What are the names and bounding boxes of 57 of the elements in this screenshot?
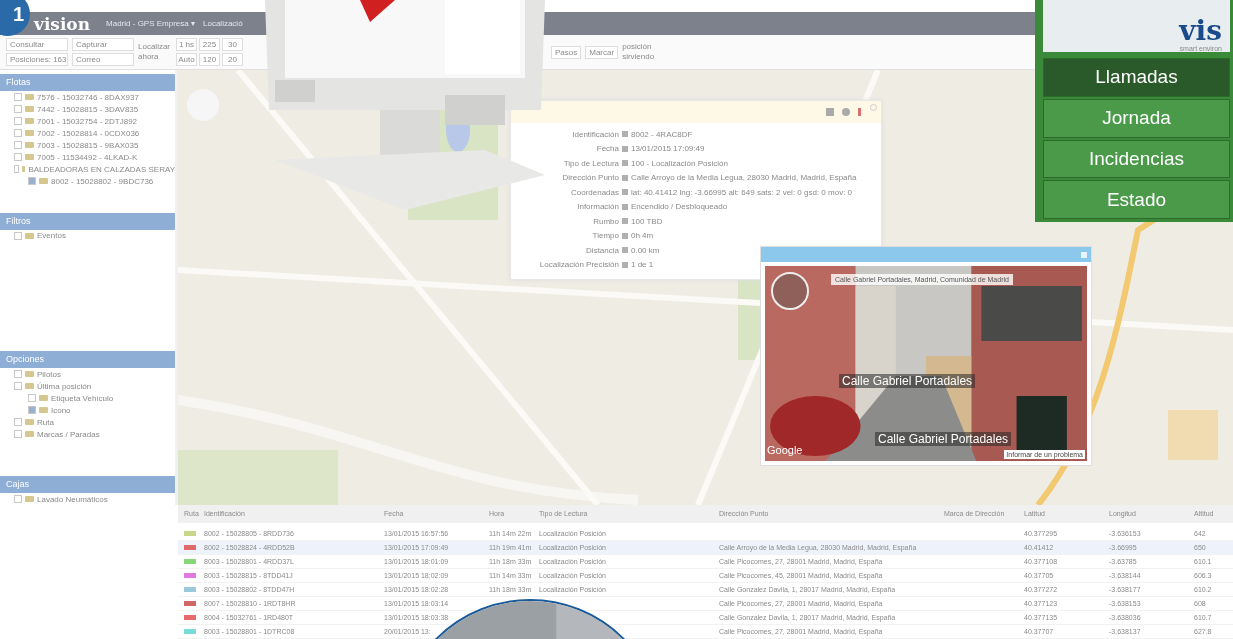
checkbox[interactable] <box>14 93 22 101</box>
tree-item[interactable]: Eventos <box>37 231 66 241</box>
toolbar-button[interactable]: Marcar <box>585 45 619 59</box>
tree-item[interactable]: 7001 - 15032754 - 2DTJ892 <box>37 116 138 126</box>
toolbar-label: Localizar ahora <box>138 42 171 62</box>
checkbox[interactable] <box>14 231 22 240</box>
folder-icon <box>39 178 48 184</box>
tree-item[interactable]: Icono <box>51 405 71 415</box>
tree-item[interactable]: 7576 - 15032746 - 8DAX937 <box>37 92 139 102</box>
checkbox[interactable] <box>14 382 22 391</box>
panel-header[interactable]: Filtros <box>0 212 175 230</box>
app-logo: vision <box>34 13 91 34</box>
tree-item[interactable]: Marcas / Paradas <box>37 429 100 439</box>
checkbox[interactable] <box>14 165 19 173</box>
toolbar-button[interactable]: Correo <box>72 53 134 66</box>
checkbox[interactable] <box>14 141 22 149</box>
tree-item[interactable]: 7442 - 15028815 - 3DAV835 <box>37 104 139 114</box>
tree-item[interactable]: Última posición <box>37 381 92 391</box>
checkbox[interactable] <box>14 370 22 379</box>
panel-header[interactable]: Opciones <box>0 351 175 369</box>
checkbox[interactable] <box>14 129 22 137</box>
tree-item[interactable]: 8002 - 15028802 - 9BDC736 <box>51 176 154 186</box>
toolbar-button[interactable]: Capturar <box>72 38 134 51</box>
toolbar-label: posición sirviendo <box>622 42 656 62</box>
location-dropdown[interactable]: Madrid - GPS Empresa ▾ <box>106 19 195 28</box>
tree-item[interactable]: Pilotos <box>37 369 61 379</box>
folder-icon <box>25 496 34 502</box>
checkbox[interactable] <box>28 394 36 403</box>
toolbar-field[interactable]: 1 hs <box>176 38 197 51</box>
panel-header[interactable]: Cajas <box>0 476 175 493</box>
folder-icon <box>25 232 34 239</box>
checkbox[interactable] <box>14 495 22 503</box>
tree-item[interactable]: 7003 - 15028815 - 9BAX035 <box>37 140 139 150</box>
toolbar-field[interactable]: 120 <box>199 53 220 66</box>
brand-logo: vis <box>1179 17 1222 45</box>
tree-item[interactable]: 7002 - 15028814 - 0CDX036 <box>37 128 140 138</box>
tree-item[interactable]: 7005 - 11534492 - 4LKAD-K <box>37 152 138 162</box>
tree-item[interactable]: Lavado Neumáticos <box>37 494 108 504</box>
panel-header[interactable]: Flotas <box>0 74 175 91</box>
checkbox[interactable] <box>14 117 22 125</box>
toolbar-button[interactable]: Consultar <box>6 38 68 51</box>
toolbar-field[interactable]: 30 <box>222 38 243 51</box>
checkbox[interactable] <box>14 430 22 439</box>
menu-item[interactable]: Localizació <box>203 19 243 28</box>
checkbox[interactable] <box>14 105 22 113</box>
toolbar-button[interactable]: Posiciones: 163 <box>6 53 68 66</box>
checkbox[interactable] <box>14 418 22 427</box>
checkbox[interactable] <box>28 177 36 185</box>
tree-item[interactable]: Etiqueta Vehículo <box>51 393 114 403</box>
tree-item[interactable]: Ruta <box>37 417 54 427</box>
checkbox[interactable] <box>28 406 36 415</box>
checkbox[interactable] <box>14 153 22 161</box>
toolbar-field[interactable]: Auto <box>176 53 197 66</box>
number-badge: 1 <box>0 0 30 36</box>
toolbar-field[interactable]: 225 <box>199 38 220 51</box>
toolbar-field[interactable]: 20 <box>222 53 243 66</box>
tree-item[interactable]: BALDEADORAS EN CALZADAS SERAY <box>28 164 175 174</box>
